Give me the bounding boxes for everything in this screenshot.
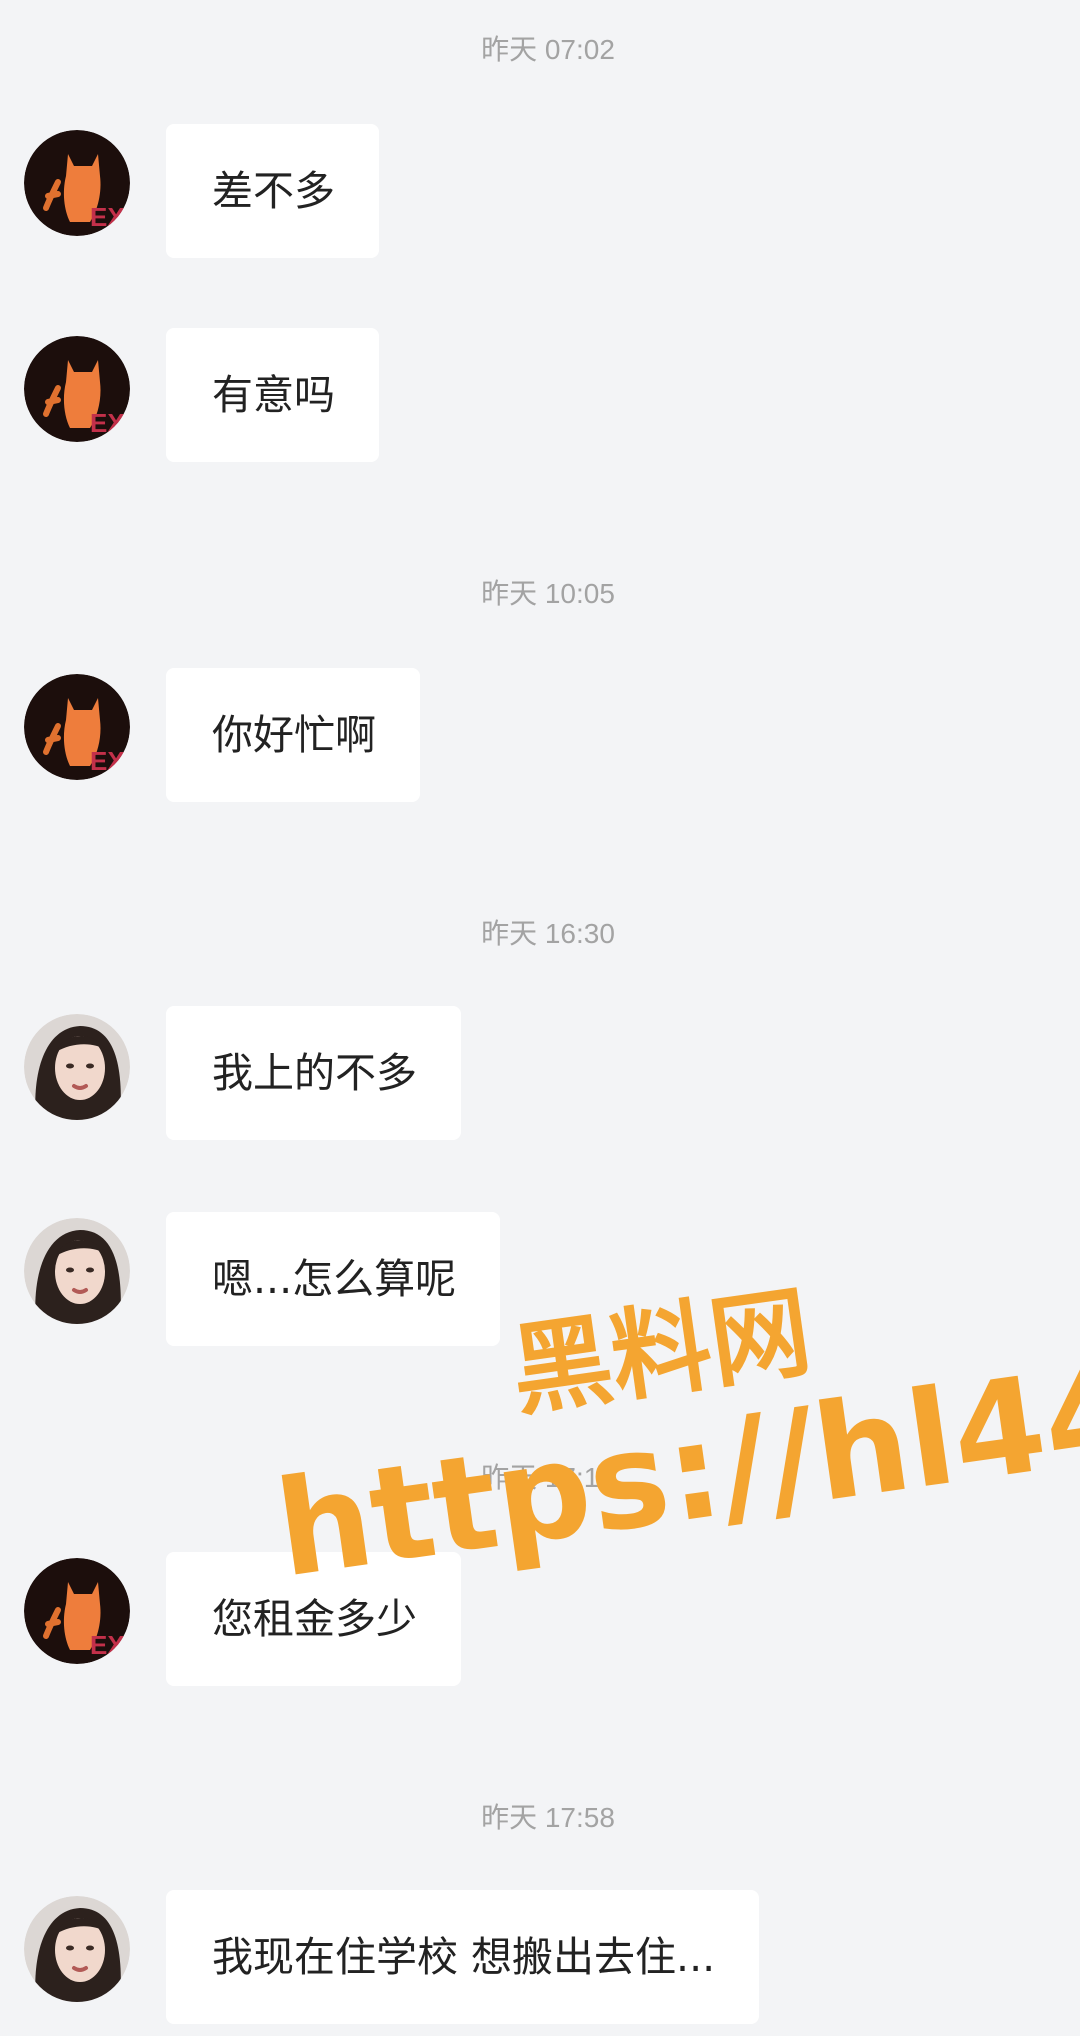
- message-bubble[interactable]: 差不多: [166, 124, 379, 258]
- message-bubble[interactable]: 嗯...怎么算呢: [166, 1212, 501, 1346]
- svg-text:EX: EX: [90, 408, 125, 438]
- message-bubble[interactable]: 我现在住学校 想搬出去住...: [166, 1890, 760, 2024]
- cat-avatar-icon[interactable]: EX: [24, 1558, 130, 1664]
- woman-avatar-icon[interactable]: [24, 1896, 130, 2002]
- timestamp: 昨天 16:30: [481, 918, 615, 949]
- svg-text:EX: EX: [90, 746, 125, 776]
- message-bubble[interactable]: 我上的不多: [166, 1006, 461, 1140]
- cat-avatar-icon[interactable]: EX: [24, 336, 130, 442]
- woman-avatar-icon[interactable]: [24, 1218, 130, 1324]
- message-bubble[interactable]: 有意吗: [166, 328, 379, 462]
- timestamp: 昨天 07:02: [481, 34, 615, 65]
- woman-avatar-icon[interactable]: [24, 1014, 130, 1120]
- watermark: 黑料网 https://hl44.co: [268, 1273, 1080, 1608]
- timestamp: 昨天 10:05: [481, 578, 615, 609]
- watermark-title: 黑料网: [504, 1273, 817, 1431]
- svg-text:EX: EX: [90, 1630, 125, 1660]
- svg-text:EX: EX: [90, 202, 125, 232]
- message-bubble[interactable]: 您租金多少: [166, 1552, 461, 1686]
- message-bubble[interactable]: 你好忙啊: [166, 668, 420, 802]
- timestamp: 昨天 17:58: [481, 1802, 615, 1833]
- timestamp: 昨天 17:10: [481, 1462, 615, 1493]
- cat-avatar-icon[interactable]: EX: [24, 674, 130, 780]
- cat-avatar-icon[interactable]: EX: [24, 130, 130, 236]
